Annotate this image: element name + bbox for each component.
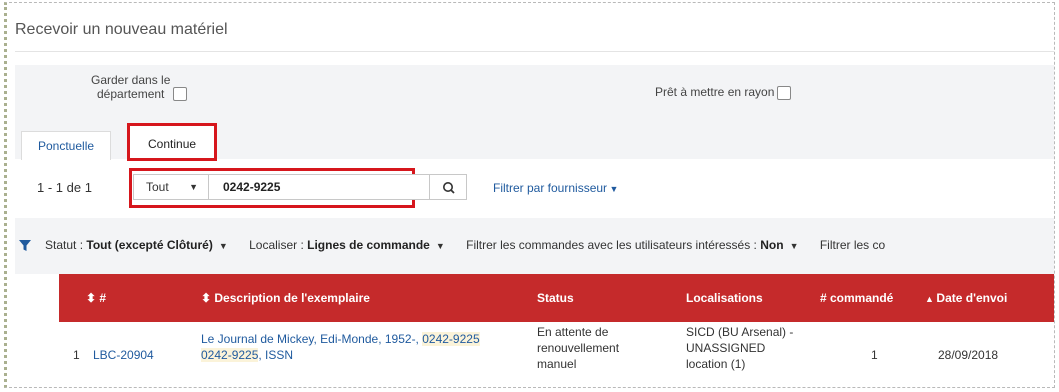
row-location-line1: SICD (BU Arsenal) - [686,325,794,339]
row-ordered: 1 [871,348,878,362]
row-status-line2: renouvellement [537,341,620,355]
locate-filter-value: Lignes de commande [307,238,430,252]
sort-icon: ⬍ [86,291,100,305]
row-sent-date: 28/09/2018 [938,348,999,362]
filter-by-vendor-link[interactable]: Filtrer par fournisseur ▼ [493,181,618,195]
col-num[interactable]: ⬍ # [86,291,106,305]
tab-continue[interactable]: Continue [127,123,218,161]
col-sent-date-label: Date d'envoi [936,291,1008,305]
ready-to-shelve-label: Prêt à mettre en rayon [655,85,775,99]
keep-label-line1: Garder dans le [91,73,171,87]
more-filter[interactable]: Filtrer les co [820,238,885,252]
col-sent-date[interactable]: ▲ Date d'envoi [925,291,1007,305]
col-status: Status [537,291,574,305]
sort-icon: ⬍ [201,291,215,305]
sort-asc-icon: ▲ [925,294,937,304]
col-num-label: # [99,291,107,305]
col-ordered: # commandé [820,291,894,305]
page-title: Recevoir un nouveau matériel [15,21,228,38]
locate-filter[interactable]: Localiser : Lignes de commande ▼ [249,238,463,252]
keep-label-line2: département [97,87,165,101]
row-status: En attente de renouvellement manuel [537,324,619,372]
options-bar: Garder dans le département Prêt à mettre… [15,65,1054,117]
row-location-line3: location (1) [686,357,746,371]
chevron-down-icon: ▼ [189,182,198,192]
col-description-label: Description de l'exemplaire [214,291,370,305]
filter-bar: Statut : Tout (excepté Clôturé) ▼ Localis… [15,218,1054,274]
status-filter-value: Tout (excepté Clôturé) [86,238,213,252]
item-description-title[interactable]: Le Journal de Mickey, Edi-Monde, 1952-, [201,332,422,346]
search-button[interactable] [429,174,467,200]
row-location-line2: UNASSIGNED [686,341,766,355]
receive-panel: Recevoir un nouveau matériel Garder dans… [15,3,1054,387]
col-description[interactable]: ⬍ Description de l'exemplaire [201,291,370,305]
ready-to-shelve-checkbox[interactable] [777,85,792,100]
status-filter[interactable]: Statut : Tout (excepté Clôturé) ▼ [45,238,246,252]
item-description[interactable]: Le Journal de Mickey, Edi-Monde, 1952-, … [201,331,541,363]
title-divider [15,51,1054,52]
window-frame: Recevoir un nouveau matériel Garder dans… [4,2,1055,388]
keep-in-department-checkbox[interactable] [173,87,188,101]
interested-users-filter[interactable]: Filtrer les commandes avec les utilisate… [466,238,816,252]
interested-filter-label: Filtrer les commandes avec les utilisate… [466,238,757,252]
issn-suffix: , ISSN [258,348,294,362]
interested-filter-value: Non [760,238,784,252]
chevron-down-icon: ▼ [218,241,228,251]
search-scope-value: Tout [146,180,169,194]
filter-row: Statut : Tout (excepté Clôturé) ▼ Localis… [45,238,885,252]
chevron-down-icon: ▼ [789,241,799,251]
status-filter-label: Statut : [45,238,84,252]
filter-by-vendor-label: Filtrer par fournisseur [493,181,608,195]
search-icon [443,182,455,194]
row-status-line1: En attente de [537,325,609,339]
search-scope-dropdown[interactable]: Tout ▼ [133,174,209,200]
locate-filter-label: Localiser : [249,238,304,252]
table-header: ⬍ # ⬍ Description de l'exemplaire Status… [59,274,1054,322]
result-count: 1 - 1 de 1 [37,180,92,195]
chevron-down-icon: ▼ [607,184,619,194]
ready-to-shelve-option: Prêt à mettre en rayon [655,85,792,100]
row-index: 1 [73,348,80,362]
issn-highlight: 0242-9225 [201,348,259,362]
issn-highlight: 0242-9225 [422,332,480,346]
filter-funnel-icon[interactable] [19,240,31,252]
search-input[interactable]: 0242-9225 [208,174,430,200]
tab-ponctuelle[interactable]: Ponctuelle [21,131,112,160]
keep-in-department-option: Garder dans le département [91,73,188,101]
row-status-line3: manuel [537,357,577,371]
chevron-down-icon: ▼ [435,241,445,251]
tab-bar: Ponctuelle Continue [15,117,1054,161]
keep-in-department-label: Garder dans le département [91,73,170,101]
table-row[interactable]: 1 LBC-20904 Le Journal de Mickey, Edi-Mo… [59,322,1054,387]
po-line-link[interactable]: LBC-20904 [93,347,154,363]
row-location: SICD (BU Arsenal) - UNASSIGNED location … [686,324,793,372]
col-locations: Localisations [686,291,763,305]
